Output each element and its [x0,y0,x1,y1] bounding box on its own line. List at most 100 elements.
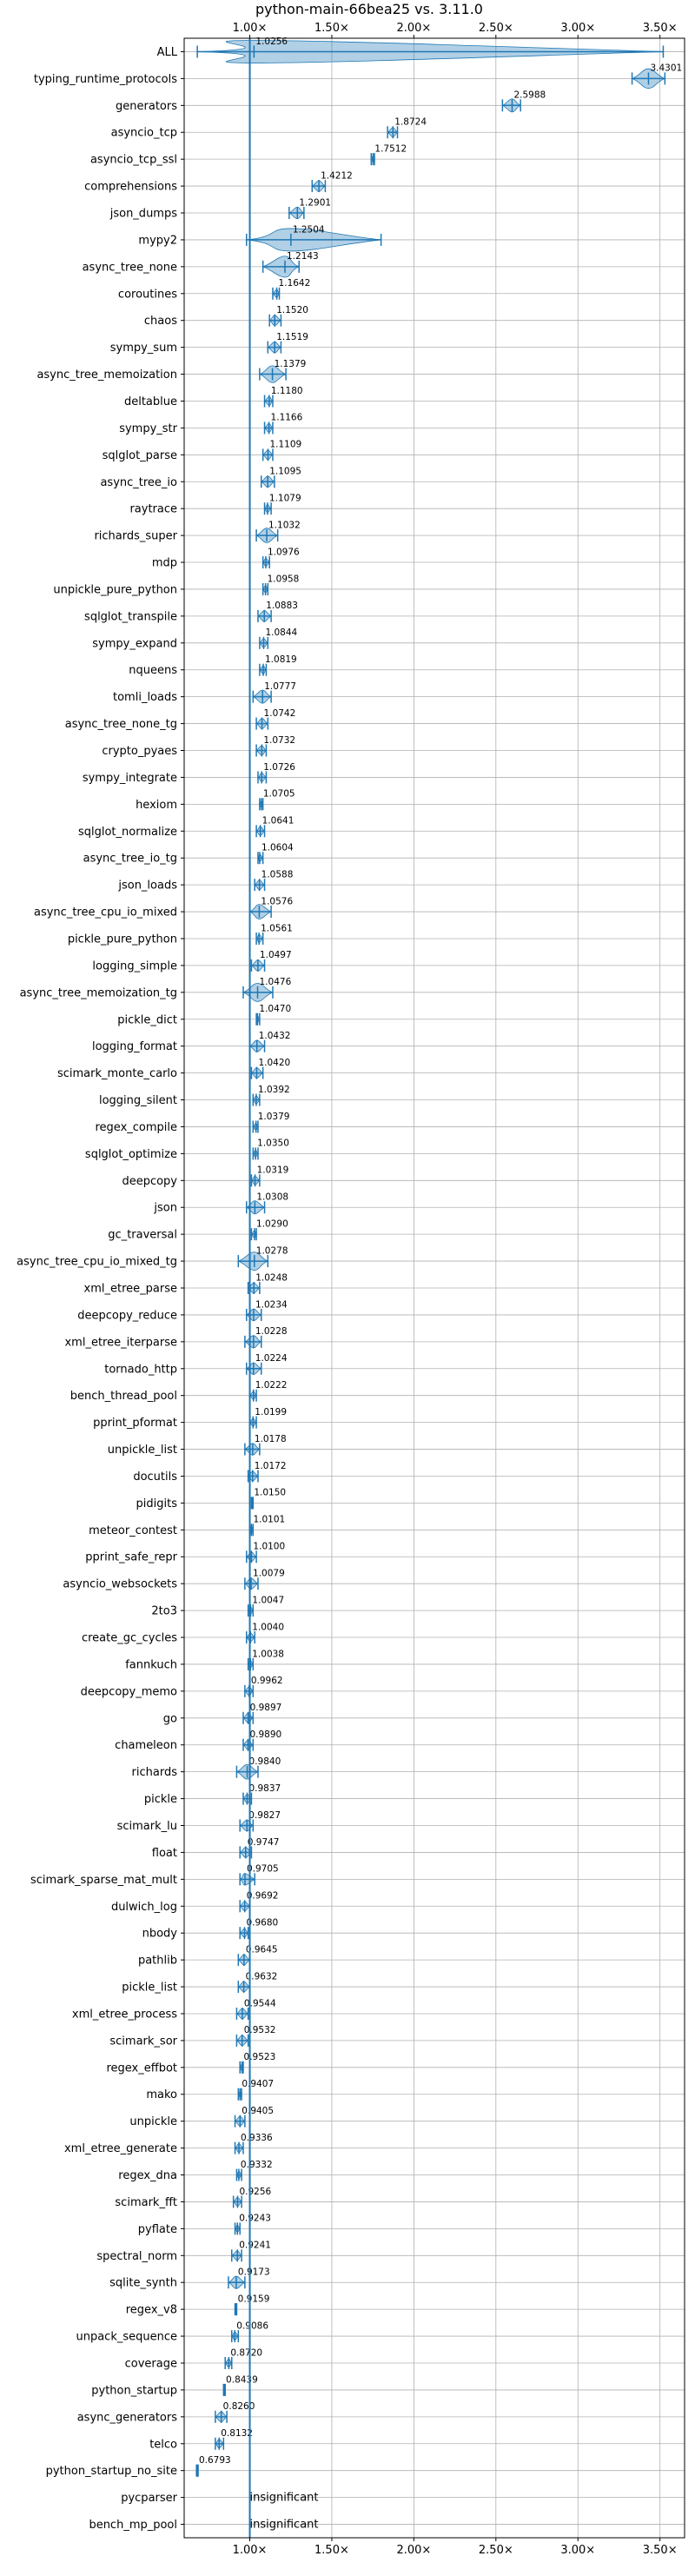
benchmark-name: fannkuch [125,1658,177,1671]
median-label: 1.0844 [265,627,297,638]
median-label: 0.9243 [239,2214,271,2224]
median-label: 1.0726 [263,762,295,773]
median-label: 1.0588 [261,869,294,880]
benchmark-name: nqueens [129,664,177,677]
median-label: 1.0150 [254,1488,286,1498]
benchmark-name: richards [132,1766,178,1779]
median-label: 1.1180 [271,386,303,396]
benchmark-name: unpickle_list [108,1444,177,1457]
benchmark-name: pickle_list [122,1982,177,1995]
median-label: 1.4212 [321,170,353,181]
median-label: 1.1520 [276,305,308,315]
benchmark-name: typing_runtime_protocols [34,73,177,86]
median-label: 1.0819 [265,654,297,665]
benchmark-name: sqlglot_normalize [78,826,177,839]
median-label: 1.0883 [266,601,298,611]
median-label: 1.0319 [257,1165,289,1176]
median-label: 1.0392 [258,1085,290,1095]
benchmark-name: async_tree_memoization_tg [20,986,177,999]
median-label: 0.9897 [250,1703,282,1713]
median-label: 1.7512 [374,144,407,155]
median-label: 0.9407 [242,2079,274,2089]
benchmark-name: json_dumps [109,208,177,221]
median-label: 1.0576 [261,896,293,906]
x-tick-label-top: 2.50× [479,22,513,35]
benchmark-name: logging_silent [99,1094,177,1107]
benchmark-name: mako [146,2088,177,2101]
benchmark-name: async_tree_io [100,476,177,489]
benchmark-name: pycparser [121,2492,177,2505]
benchmark-name: dulwich_log [111,1901,177,1914]
chart-root: python-main-66bea25 vs. 3.11.0 1.00× 1.00… [0,0,695,2573]
benchmark-name: comprehensions [84,181,177,194]
median-label: 1.2901 [299,197,331,208]
median-label: 1.1079 [269,494,301,504]
benchmark-name: sqlglot_optimize [85,1148,177,1161]
x-tick-label-top: 2.00× [396,22,431,35]
benchmark-name: unpickle [129,2115,177,2128]
median-label: 0.9827 [248,1810,281,1821]
benchmark-name: generators [116,100,177,113]
benchmark-name: pprint_safe_repr [85,1551,177,1564]
benchmark-name: bench_thread_pool [70,1390,177,1403]
benchmark-name: 2to3 [151,1605,177,1618]
benchmark-name: chaos [144,315,177,328]
benchmark-name: pathlib [138,1955,177,1968]
median-label: 1.0350 [257,1139,289,1149]
benchmark-name: pickle_dict [117,1013,177,1026]
benchmark-name: xml_etree_process [72,2008,177,2021]
median-label: 1.0958 [268,574,300,584]
median-label: 1.0470 [259,1004,291,1014]
median-label: 0.9705 [247,1864,279,1875]
benchmark-name: pidigits [136,1497,178,1510]
median-label: 1.0497 [260,950,292,960]
benchmark-name: mdp [152,557,177,570]
benchmark-name: unpack_sequence [76,2331,177,2344]
median-label: 1.0222 [255,1380,288,1391]
benchmark-name: tornado_http [104,1363,177,1376]
benchmark-name: scimark_monte_carlo [57,1067,177,1080]
x-tick-label-top: 3.00× [560,22,595,35]
benchmark-name: async_tree_cpu_io_mixed_tg [17,1256,177,1269]
median-label: 0.9837 [248,1783,281,1794]
benchmark-name: unpickle_pure_python [53,583,177,596]
median-label: 0.6793 [199,2455,231,2466]
benchmark-name: create_gc_cycles [82,1632,177,1645]
median-label: 0.9962 [251,1676,283,1686]
median-label: 0.9544 [244,1998,276,2008]
benchmark-name: async_tree_none [83,261,177,274]
median-label: 1.0379 [258,1112,290,1122]
benchmark-name: hexiom [136,799,177,812]
benchmark-name: coroutines [118,288,177,301]
benchmark-name: chameleon [115,1739,177,1752]
x-tick-label-bottom: 2.50× [479,2544,513,2557]
median-label: 1.2143 [287,251,319,262]
median-label: 1.0079 [253,1569,285,1579]
median-label: 1.0199 [255,1407,287,1417]
median-label: 1.0705 [263,789,295,800]
median-label: 1.1379 [275,359,307,369]
median-label: 1.0732 [263,735,295,746]
median-label: 0.9747 [248,1837,280,1848]
violin-chart: python-main-66bea25 vs. 3.11.0 1.00× 1.00… [0,0,695,2573]
benchmark-name: raytrace [129,503,177,516]
benchmark-name: sqlite_synth [109,2277,177,2290]
benchmark-name: pickle_pure_python [68,933,177,946]
median-label: 1.0604 [261,843,294,853]
benchmark-name: pyflate [138,2223,177,2236]
benchmark-name: logging_format [92,1040,177,1053]
median-label: 1.1642 [279,278,311,289]
median-label: 1.0100 [253,1542,285,1552]
benchmark-name: asyncio_websockets [63,1578,177,1591]
benchmark-name: sqlglot_transpile [84,610,177,623]
benchmark-name: float [152,1847,177,1860]
benchmark-name: sqlglot_parse [103,449,177,462]
median-label: 1.0172 [255,1461,287,1471]
benchmark-name: deepcopy_memo [81,1685,177,1698]
median-label: 0.8720 [230,2347,262,2358]
median-label: 1.1095 [269,467,301,477]
x-tick-label-bottom: 2.00× [396,2544,431,2557]
x-tick-label-top: 1.50× [314,22,349,35]
benchmark-name: xml_etree_generate [64,2142,177,2155]
median-label: 1.0561 [261,923,293,933]
